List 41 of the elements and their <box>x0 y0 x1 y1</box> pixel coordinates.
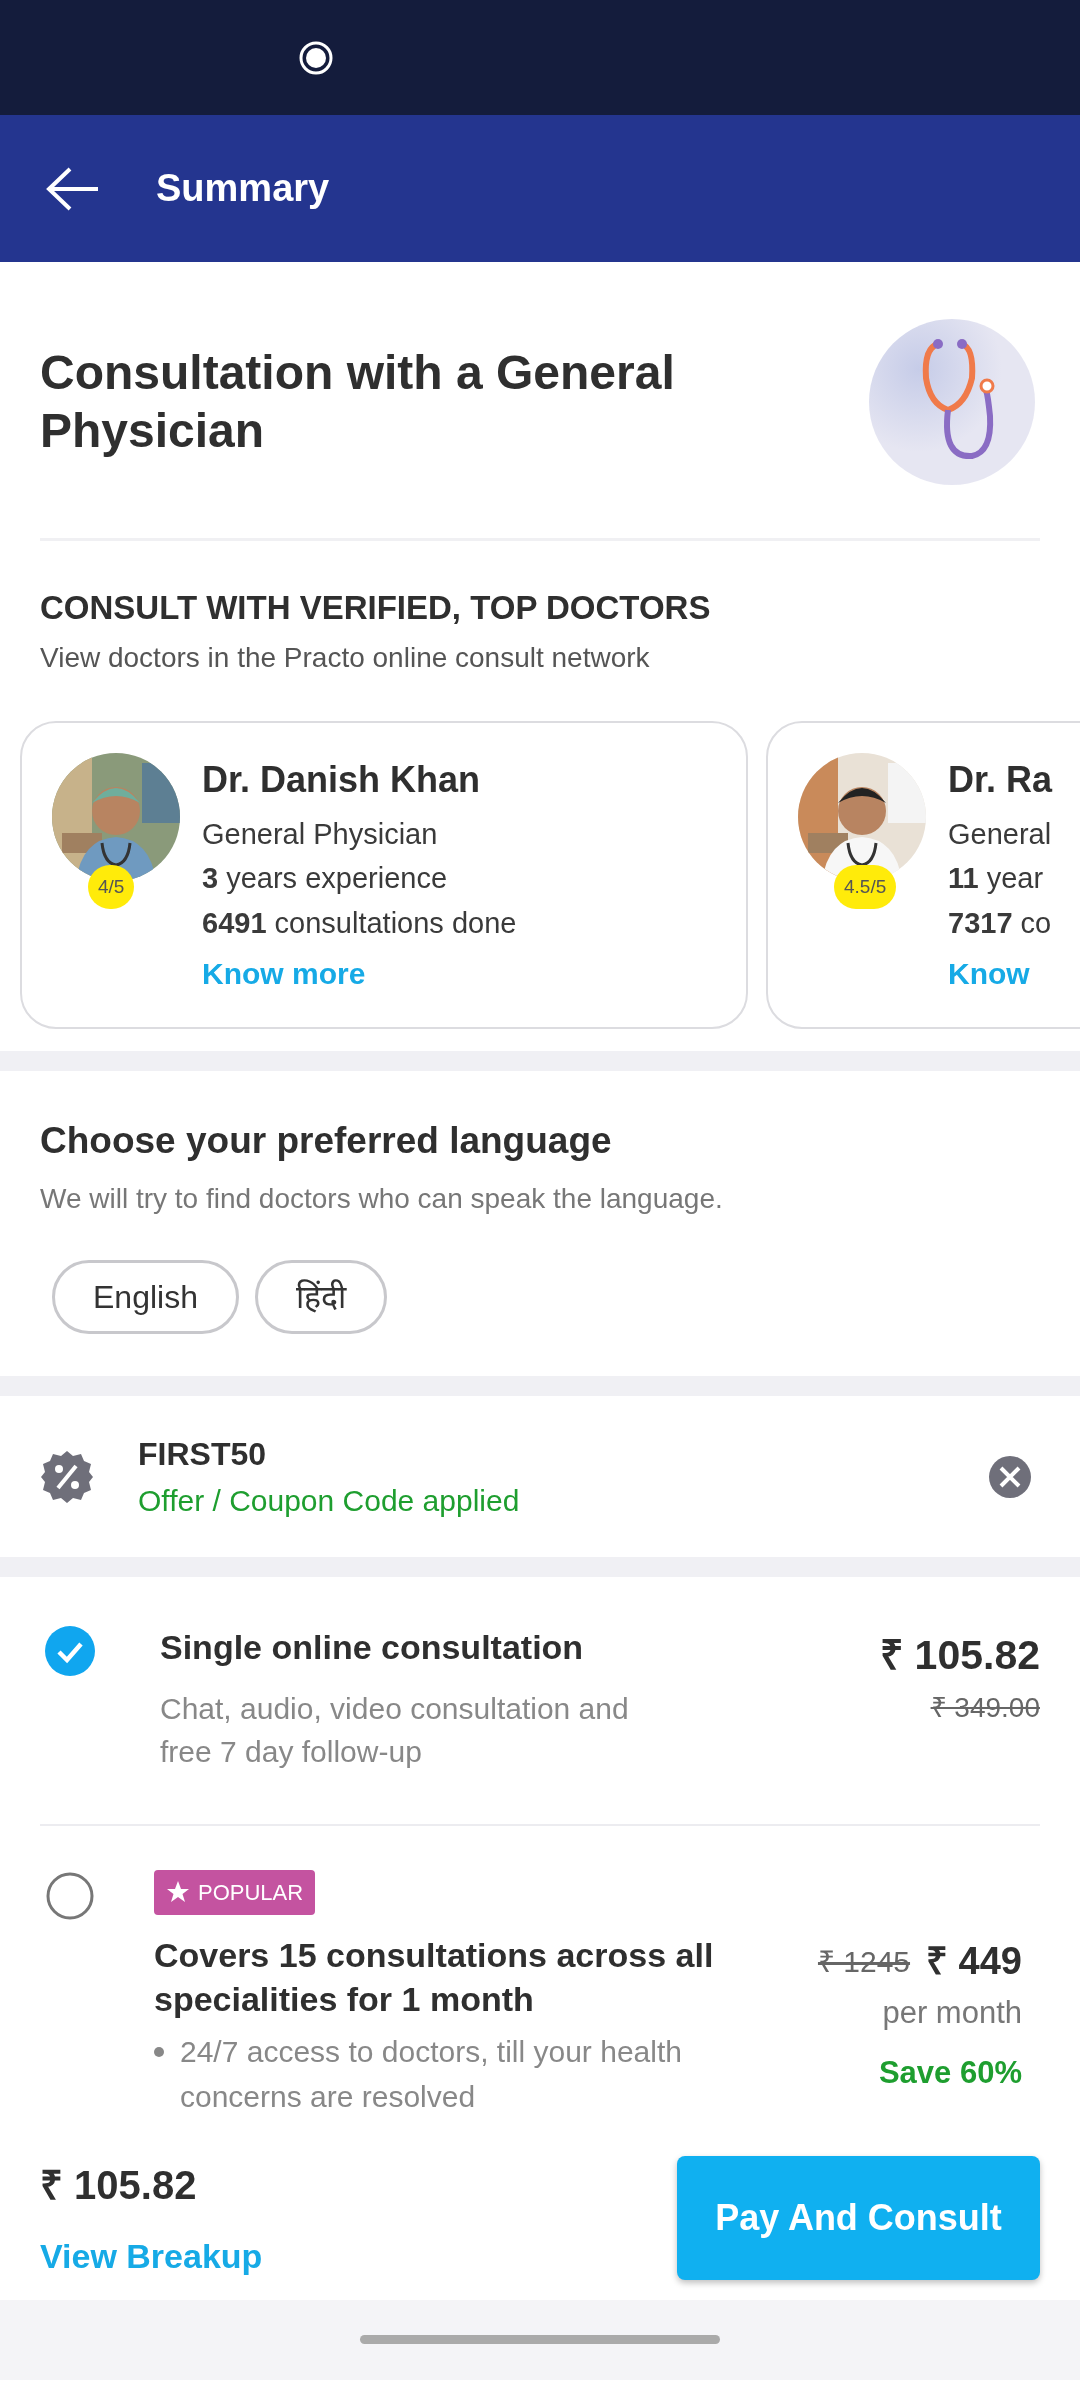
close-icon[interactable] <box>988 1454 1032 1499</box>
savings-text: Save 60% <box>878 2054 1022 2092</box>
rating-tag: 4.5/5 <box>834 864 897 909</box>
original-price: ₹ 1245 <box>817 1943 911 1980</box>
discount-icon <box>40 1449 94 1504</box>
plan-price: ₹ 105.82 <box>880 1631 1040 1680</box>
star-icon <box>166 1880 190 1904</box>
record-icon <box>298 39 334 76</box>
radio-button[interactable] <box>44 1625 96 1677</box>
stethoscope-icon <box>868 318 1036 486</box>
experience-text: 11 year <box>948 861 1045 897</box>
bullet-dot <box>154 2046 164 2057</box>
total-price: ₹ 105.82 <box>40 2161 198 2209</box>
original-price: ₹ 349.00 <box>930 1690 1040 1725</box>
screen-title: Summary <box>156 166 330 211</box>
language-chip[interactable]: English <box>52 1260 239 1334</box>
consultations-text: 7317 co <box>948 906 1053 941</box>
section-subtitle: We will try to find doctors who can speak the language. <box>40 1182 724 1216</box>
plan-title: Covers 15 consultations across all specialities for 1 month <box>154 1934 715 2020</box>
consultation-title: Consultation with a General Physician <box>40 345 676 459</box>
back-icon[interactable] <box>46 166 100 211</box>
plan-title: Single online consultation <box>160 1627 584 1668</box>
price-period: per month <box>882 1993 1022 2032</box>
plan-feature: 24/7 access to doctors, till your health concerns are resolved <box>180 2033 683 2115</box>
doctor-specialty: General Physician <box>202 816 439 852</box>
doctor-specialty: General <box>948 816 1053 852</box>
doctor-name: Dr. Danish Khan <box>202 757 482 802</box>
tag-label: POPULAR <box>198 1878 304 1907</box>
coupon-status: Offer / Coupon Code applied <box>138 1483 521 1519</box>
experience-text: 3 years experience <box>202 861 449 897</box>
plan-description: Chat, audio, video consultation and free 7 day follow-up <box>160 1690 630 1770</box>
consultations-text: 6491 consultations done <box>202 906 517 941</box>
doctor-name: Dr. Ra <box>948 757 1053 802</box>
section-heading: Choose your preferred language <box>40 1118 613 1163</box>
plan-price: ₹ 449 <box>926 1938 1022 1984</box>
section-subtitle: View doctors in the Practo online consult network <box>40 640 651 675</box>
section-heading: CONSULT WITH VERIFIED, TOP DOCTORS <box>40 588 712 628</box>
doctor-card[interactable]: 4.5/5 Dr. Ra General 11 year 7317 co Know <box>766 720 1080 1029</box>
doctor-card[interactable]: 4/5 Dr. Danish Khan General Physician 3 years experience 6491 consultations done Know more <box>20 720 748 1029</box>
coupon-code: FIRST50 <box>138 1435 268 1474</box>
language-chip[interactable]: हिंदी <box>254 1260 387 1334</box>
